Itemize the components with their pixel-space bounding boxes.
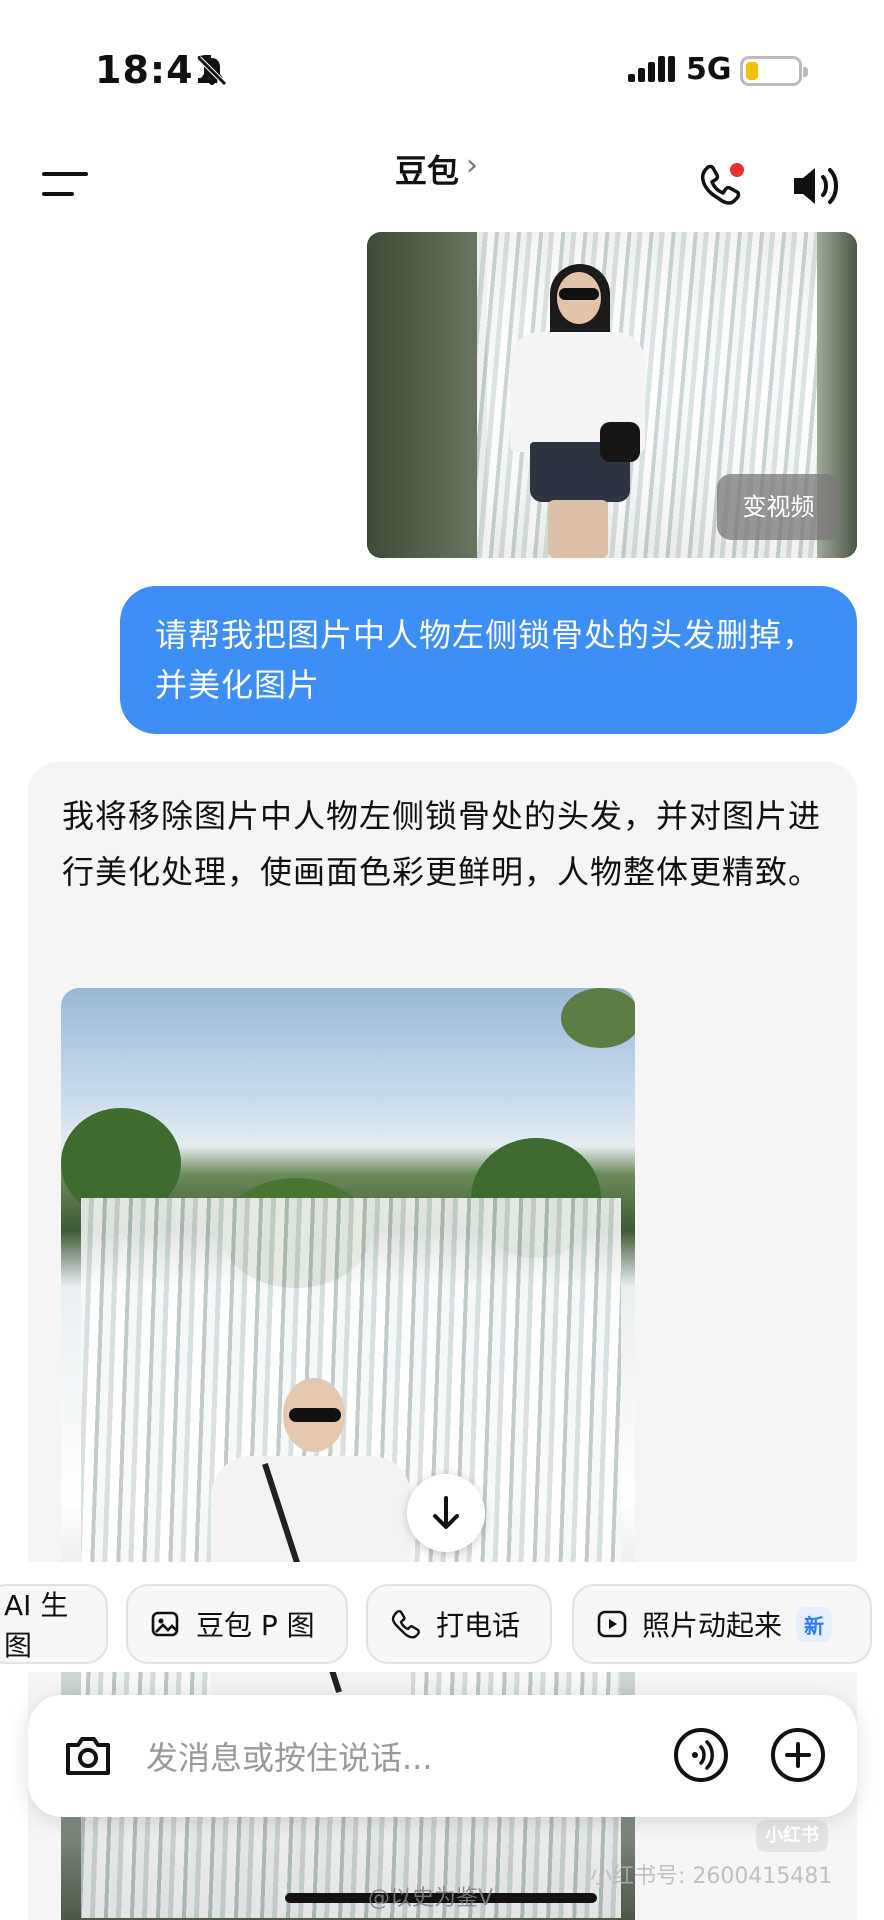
chip-ai-image[interactable]: AI 生图 — [0, 1584, 108, 1664]
network-type: 5G — [686, 52, 732, 87]
chip-doubao-p-image[interactable]: 豆包 P 图 — [126, 1584, 348, 1664]
scroll-down-button[interactable] — [407, 1474, 485, 1552]
xiaohongshu-logo: 小红书 — [756, 1820, 828, 1852]
image-edit-icon — [151, 1611, 179, 1637]
message-input-bar: 发消息或按住说话... — [28, 1695, 857, 1817]
status-bar: 18:41 5G — [0, 0, 884, 140]
assistant-message-text: 我将移除图片中人物左侧锁骨处的头发，并对图片进行美化处理，使画面色彩更鲜明，人物… — [62, 797, 822, 891]
camera-icon[interactable] — [60, 1728, 116, 1784]
new-badge: 新 — [796, 1606, 833, 1642]
user-message-bubble: 请帮我把图片中人物左侧锁骨处的头发删掉，并美化图片 — [120, 586, 857, 734]
chip-animate-photo[interactable]: 照片动起来 新 — [572, 1584, 872, 1664]
signal-icon — [628, 56, 675, 82]
message-input[interactable]: 发消息或按住说话... — [146, 1733, 433, 1779]
xiaohongshu-id-watermark: 小红书号: 2600415481 — [590, 1864, 833, 1889]
chip-call[interactable]: 打电话 — [366, 1584, 552, 1664]
speaker-icon[interactable] — [790, 160, 844, 212]
phone-call-icon[interactable] — [695, 160, 747, 212]
phone-icon — [391, 1610, 420, 1639]
to-video-button[interactable]: 变视频 — [717, 474, 840, 540]
chip-call-label: 打电话 — [436, 1609, 521, 1642]
battery-icon — [740, 56, 808, 86]
plus-icon[interactable] — [768, 1725, 828, 1785]
chip-doubao-p-image-label: 豆包 P 图 — [196, 1609, 315, 1642]
chip-ai-image-label: AI 生图 — [4, 1589, 69, 1662]
quick-actions: AI 生图 豆包 P 图 打电话 照片动起来 新 — [0, 1562, 884, 1672]
user-message-text: 请帮我把图片中人物左侧锁骨处的头发删掉，并美化图片 — [155, 616, 816, 704]
chip-animate-photo-label: 照片动起来 — [642, 1609, 783, 1642]
play-icon — [597, 1610, 627, 1638]
chevron-right-icon[interactable]: › — [466, 148, 478, 183]
menu-icon[interactable] — [42, 170, 88, 198]
weibo-watermark: @以史为鉴V — [368, 1886, 494, 1911]
bell-muted-icon — [197, 56, 227, 86]
chat-title[interactable]: 豆包 — [395, 146, 459, 192]
voice-call-icon[interactable] — [671, 1725, 731, 1785]
